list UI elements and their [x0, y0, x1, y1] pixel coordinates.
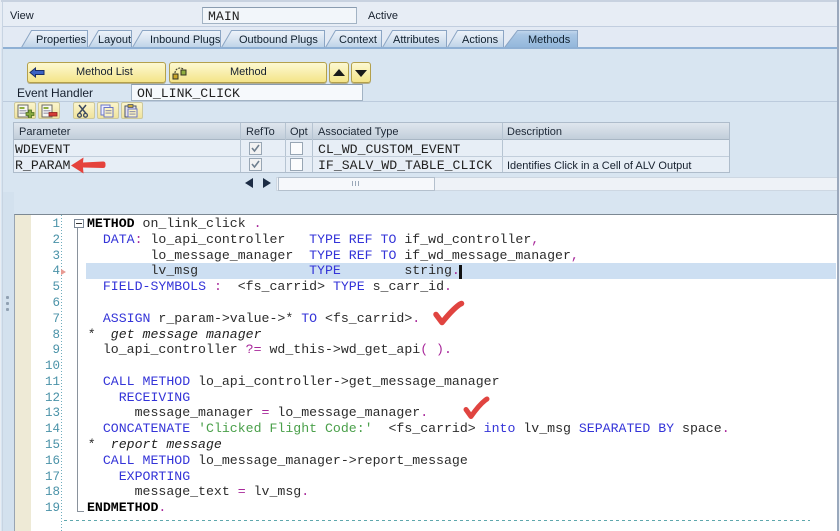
svg-text:Inbound Plugs: Inbound Plugs: [150, 34, 221, 46]
svg-text:Layout: Layout: [98, 34, 131, 46]
svg-text:Methods: Methods: [528, 34, 571, 46]
svg-text:Context: Context: [339, 34, 377, 46]
svg-text:Properties: Properties: [36, 34, 87, 46]
svg-text:Outbound Plugs: Outbound Plugs: [239, 34, 318, 46]
svg-text:Attributes: Attributes: [393, 34, 440, 46]
svg-text:Actions: Actions: [462, 34, 499, 46]
